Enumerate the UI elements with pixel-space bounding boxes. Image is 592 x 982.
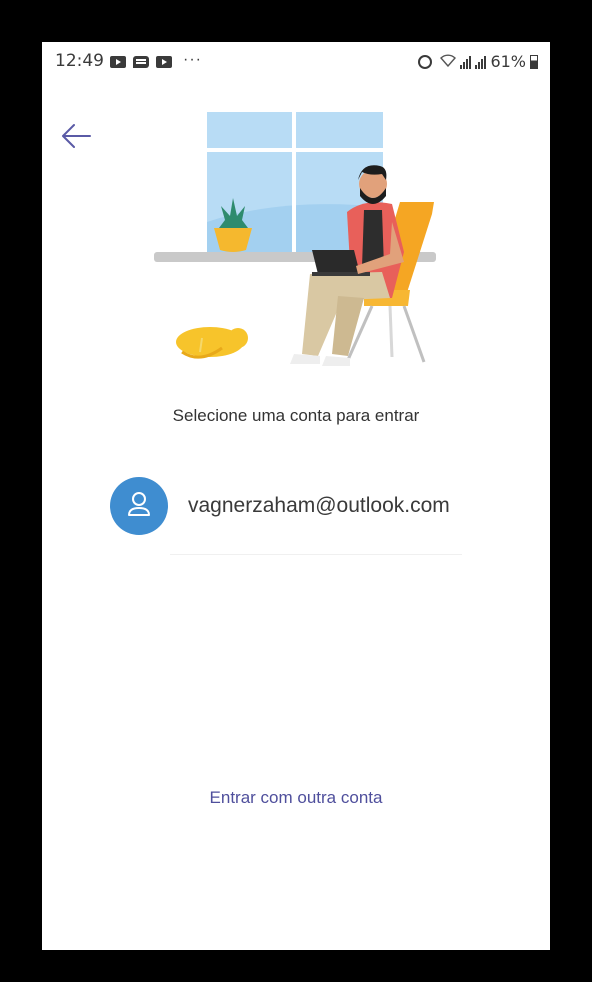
account-email: vagnerzaham@outlook.com [188, 494, 450, 517]
device-frame: 12:49 ··· 61% Selecione uma conta para e… [0, 0, 592, 982]
overflow-indicator: ··· [183, 51, 202, 68]
account-item[interactable]: vagnerzaham@outlook.com [110, 475, 490, 537]
app-screen: 12:49 ··· 61% Selecione uma conta para e… [42, 42, 550, 950]
status-bar: 12:49 ··· 61% [42, 42, 550, 82]
chat-icon [133, 56, 149, 68]
signal-icon [460, 55, 472, 69]
sign-in-other-account-link[interactable]: Entrar com outra conta [42, 788, 550, 808]
account-selection-prompt: Selecione uma conta para entrar [172, 406, 420, 425]
back-button[interactable] [56, 116, 96, 156]
battery-percent: 61% [490, 52, 526, 71]
battery-icon [530, 54, 538, 69]
video-icon [110, 56, 126, 68]
wifi-icon [440, 53, 457, 70]
signal-icon [475, 55, 487, 69]
status-time: 12:49 [55, 51, 104, 71]
system-status-icons: 61% [418, 52, 538, 71]
avatar [110, 477, 168, 535]
alarm-icon [418, 54, 433, 69]
person-icon [128, 492, 150, 516]
arrow-left-icon [62, 124, 91, 148]
notification-icons: ··· [110, 51, 202, 69]
divider [170, 554, 462, 555]
person-working-on-laptop-illustration [142, 102, 462, 382]
video-icon [156, 56, 172, 68]
